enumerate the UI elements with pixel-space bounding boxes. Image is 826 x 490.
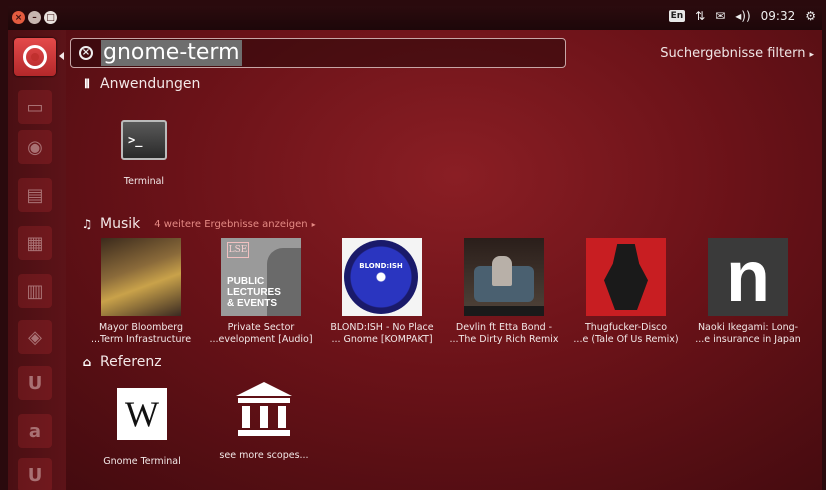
ubuntu-dash: × – □ En ⇅ ✉ ◂)) 09:32 ⚙ ▭ ◉ ▤ ▦ ▥ ◈ U a…: [8, 6, 822, 490]
result-label: Naoki Ikegami: Long- ...e insurance in Ja…: [695, 322, 801, 346]
maximize-button[interactable]: □: [44, 11, 57, 24]
section-header-reference: ⌂ Referenz: [80, 354, 162, 370]
result-label: Terminal: [123, 176, 165, 187]
volume-icon[interactable]: ◂)): [735, 9, 750, 23]
gear-icon[interactable]: ⚙: [805, 9, 816, 23]
album-art-shape: [492, 256, 512, 286]
network-icon[interactable]: ⇅: [695, 9, 705, 23]
lse-logo: LSE: [227, 242, 249, 258]
album-text: PUBLIC LECTURES & EVENTS: [227, 276, 281, 309]
reference-icon: ⌂: [82, 355, 92, 369]
music-result[interactable]: Thugfucker-Disco ...e (Tale Of Us Remix): [573, 238, 679, 346]
launcher: ▭ ◉ ▤ ▦ ▥ ◈ U a U: [8, 30, 66, 490]
result-line2: ...The Dirty Rich Remix: [449, 334, 559, 345]
result-line1: BLOND:ISH - No Place: [330, 322, 434, 333]
wikipedia-icon: W: [117, 388, 167, 440]
firefox-icon[interactable]: ◉: [18, 130, 52, 164]
app-result-terminal[interactable]: >_ Terminal: [104, 120, 184, 188]
files-icon[interactable]: ▭: [18, 90, 52, 124]
result-line1: Private Sector: [227, 322, 295, 333]
impress-icon[interactable]: ▥: [18, 274, 52, 308]
section-title: Musik: [100, 216, 141, 232]
minimize-button[interactable]: –: [28, 11, 41, 24]
album-text-events: & EVENTS: [227, 298, 278, 309]
ubuntu-one-music-icon[interactable]: U: [18, 458, 52, 490]
reference-result-wikipedia[interactable]: W Gnome Terminal: [92, 388, 192, 468]
result-label: Gnome Terminal: [103, 456, 181, 467]
ubuntu-logo-icon: [23, 45, 47, 69]
section-title: Referenz: [100, 354, 162, 370]
result-label: BLOND:ISH - No Place... Gnome [KOMPAKT]: [330, 322, 433, 346]
music-result[interactable]: Devlin ft Etta Bond - ...The Dirty Rich R…: [450, 238, 559, 346]
album-text-lectures: LECTURES: [227, 287, 281, 298]
album-cover: n: [708, 238, 788, 316]
top-panel: × – □ En ⇅ ✉ ◂)) 09:32 ⚙: [8, 6, 822, 30]
search-query[interactable]: gnome-term: [101, 40, 242, 66]
result-line2: ...e insurance in Japan: [695, 334, 801, 345]
album-cover: BLOND:ISH: [342, 238, 422, 316]
result-line2: ...Term Infrastructure: [90, 334, 192, 345]
result-label: Private Sector ...evelopment [Audio]: [209, 322, 312, 346]
keyboard-layout-indicator[interactable]: En: [668, 10, 686, 22]
album-cover: [101, 238, 181, 316]
dash-home-button[interactable]: [14, 38, 56, 76]
close-button[interactable]: ×: [12, 11, 25, 24]
ubuntu-one-icon[interactable]: U: [18, 366, 52, 400]
more-results-label: 4 weitere Ergebnisse anzeigen: [154, 218, 308, 230]
calc-icon[interactable]: ▦: [18, 226, 52, 260]
more-results-link[interactable]: 4 weitere Ergebnisse anzeigen ▸: [154, 219, 315, 230]
scopes-temple-icon: [236, 382, 292, 436]
music-result[interactable]: n Naoki Ikegami: Long- ...e insurance in …: [695, 238, 801, 346]
section-title: Anwendungen: [100, 76, 201, 92]
result-label: Mayor Bloomberg ...Term Infrastructure: [91, 322, 191, 346]
vinyl-icon: [344, 240, 418, 314]
chevron-right-icon: ▸: [311, 219, 316, 229]
result-label: Devlin ft Etta Bond - ...The Dirty Rich R…: [450, 322, 559, 346]
album-text: BLOND:ISH: [359, 262, 403, 270]
result-label: see more scopes...: [219, 450, 309, 461]
clear-search-icon[interactable]: ×: [79, 46, 93, 60]
reference-result-more-scopes[interactable]: see more scopes...: [214, 380, 314, 462]
album-cover: [586, 238, 666, 316]
filter-results-label: Suchergebnisse filtern: [660, 46, 806, 61]
music-note-icon: ♫: [81, 217, 93, 231]
launcher-active-pip-icon: [59, 52, 64, 60]
window-controls: × – □: [12, 11, 57, 24]
software-center-icon[interactable]: ◈: [18, 320, 52, 354]
writer-icon[interactable]: ▤: [18, 178, 52, 212]
filter-results-button[interactable]: Suchergebnisse filtern ▸: [660, 46, 814, 61]
album-cover: LSE PUBLIC LECTURES & EVENTS: [221, 238, 301, 316]
result-label: Thugfucker-Disco ...e (Tale Of Us Remix): [573, 322, 678, 346]
music-result[interactable]: BLOND:ISH BLOND:ISH - No Place... Gnome …: [330, 238, 434, 346]
section-header-music: ♫ Musik 4 weitere Ergebnisse anzeigen ▸: [80, 216, 316, 232]
result-line2: ...e (Tale Of Us Remix): [573, 334, 679, 345]
amazon-icon[interactable]: a: [18, 414, 52, 448]
result-line2: ...evelopment [Audio]: [209, 334, 313, 345]
result-line1: Devlin ft Etta Bond -: [455, 322, 553, 333]
music-result[interactable]: LSE PUBLIC LECTURES & EVENTS Private Secto…: [209, 238, 313, 346]
applications-icon: ⦀: [84, 76, 90, 91]
section-header-apps: ⦀ Anwendungen: [80, 76, 200, 92]
result-line1: Naoki Ikegami: Long-: [697, 322, 799, 333]
album-text-public: PUBLIC: [227, 276, 265, 287]
album-cover: [464, 238, 544, 316]
indicator-area: En ⇅ ✉ ◂)) 09:32 ⚙: [668, 9, 816, 23]
album-text: n: [726, 238, 770, 316]
album-art-strip: [464, 306, 544, 316]
album-art-shape: [604, 244, 648, 310]
chevron-right-icon: ▸: [809, 50, 814, 60]
mail-icon[interactable]: ✉: [715, 9, 725, 23]
search-input[interactable]: × gnome-term: [70, 38, 566, 68]
result-line2: ... Gnome [KOMPAKT]: [331, 334, 433, 345]
result-line1: Thugfucker-Disco: [584, 322, 668, 333]
clock[interactable]: 09:32: [761, 9, 796, 23]
music-result[interactable]: Mayor Bloomberg ...Term Infrastructure: [90, 238, 192, 346]
terminal-icon: >_: [121, 120, 167, 160]
result-line1: Mayor Bloomberg: [98, 322, 184, 333]
